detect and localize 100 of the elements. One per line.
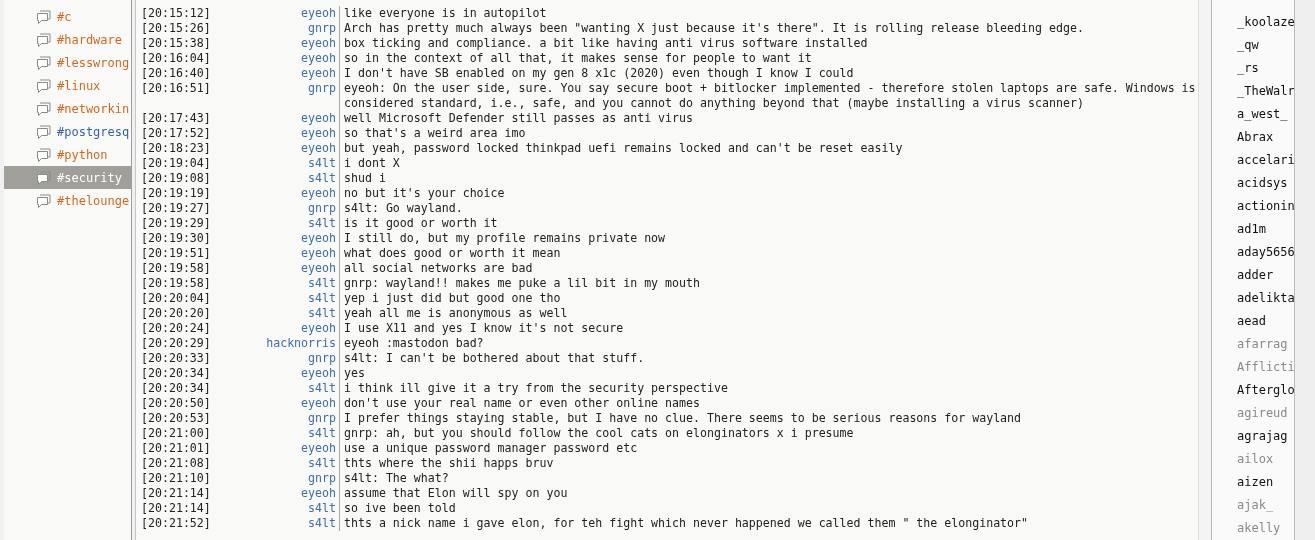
user-name[interactable]: aizen xyxy=(1212,471,1294,494)
nickname: eyeoh xyxy=(211,366,340,381)
message-text: yep i just did but good one tho xyxy=(343,291,562,306)
message-text: eyeoh: On the user side, sure. You say secure boot + bitlocker implemented - therefore stolen laptops are safe. Windows is considered standard, i.e., safe, and you cannot do anything beyond that (maybe installing a virus scanner) xyxy=(343,81,1197,111)
channel-item[interactable]: #postgresq xyxy=(4,120,131,143)
chat-bubble-icon xyxy=(36,31,52,48)
nickname: s4lt xyxy=(211,291,340,306)
nickname: eyeoh xyxy=(211,231,340,246)
chat-bubble-icon xyxy=(36,169,52,186)
message-text: eyeoh :mastodon bad? xyxy=(343,336,485,351)
nickname: s4lt xyxy=(211,381,340,396)
user-name[interactable]: adelikta xyxy=(1212,287,1294,310)
user-name[interactable]: agrajag xyxy=(1212,425,1294,448)
user-name[interactable]: _koolaze xyxy=(1212,11,1294,34)
chat-bubble-icon xyxy=(36,54,52,71)
nickname: s4lt xyxy=(211,156,340,171)
timestamp: [20:16:51] xyxy=(140,81,211,97)
message-text: but yeah, password locked thinkpad uefi remains locked and can't be reset easily xyxy=(343,141,904,156)
channel-item[interactable]: #python xyxy=(4,143,131,166)
nickname: eyeoh xyxy=(211,66,340,81)
timestamp: [20:21:01] xyxy=(140,441,211,456)
timestamp: [20:21:14] xyxy=(140,486,211,501)
chat-bubble-icon xyxy=(36,123,52,140)
timestamp: [20:20:29] xyxy=(140,336,211,351)
timestamp: [20:19:51] xyxy=(140,246,211,261)
user-name[interactable]: a_west_ xyxy=(1212,103,1294,126)
chat-bubble-icon xyxy=(36,77,52,94)
message-text: all social networks are bad xyxy=(343,261,534,276)
user-name[interactable]: ajak_ xyxy=(1212,494,1294,517)
nickname: eyeoh xyxy=(211,126,340,141)
message-text: don't use your real name or even other online names xyxy=(343,396,701,411)
nickname: s4lt xyxy=(211,516,340,531)
channel-item[interactable]: #lesswrong xyxy=(4,51,131,74)
timestamp: [20:21:14] xyxy=(140,501,211,516)
chat-bubble-icon xyxy=(36,8,52,25)
user-name[interactable]: Abrax xyxy=(1212,126,1294,149)
timestamp: [20:19:27] xyxy=(140,201,211,216)
timestamp: [20:21:08] xyxy=(140,456,211,471)
channel-name: #postgresq xyxy=(57,124,130,139)
nickname: s4lt xyxy=(211,276,340,291)
message-text: I use X11 and yes I know it's not secure xyxy=(343,321,625,336)
timestamp: [20:20:33] xyxy=(140,351,211,366)
timestamp: [20:19:30] xyxy=(140,231,211,246)
chat-bubble-icon xyxy=(36,146,52,163)
nickname: eyeoh xyxy=(211,51,340,66)
nickname: gnrp xyxy=(211,351,340,366)
timestamp: [20:17:43] xyxy=(140,111,211,126)
chat-bubble-icon xyxy=(36,100,52,117)
user-name[interactable]: ad1m xyxy=(1212,218,1294,241)
channel-item[interactable]: #thelounge xyxy=(4,189,131,212)
channel-name: #c xyxy=(57,9,72,24)
timestamp: [20:20:53] xyxy=(140,411,211,426)
message-text: like everyone is in autopilot xyxy=(343,6,548,21)
user-name[interactable]: _TheWalr xyxy=(1212,80,1294,103)
nickname: eyeoh xyxy=(211,36,340,51)
channel-name: #networkin xyxy=(57,101,130,116)
channel-name: #linux xyxy=(57,78,101,93)
nickname: eyeoh xyxy=(211,111,340,126)
user-name[interactable]: actionin xyxy=(1212,195,1294,218)
message-text: so in the context of all that, it makes sense for people to want it xyxy=(343,51,813,66)
user-name[interactable]: _qw xyxy=(1212,34,1294,57)
channel-name: #lesswrong xyxy=(57,55,130,70)
message-text: s4lt: Go wayland. xyxy=(343,201,464,216)
nickname: eyeoh xyxy=(211,246,340,261)
timestamp: [20:20:20] xyxy=(140,306,211,321)
nickname: s4lt xyxy=(211,216,340,231)
timestamp: [20:19:58] xyxy=(140,276,211,291)
timestamp: [20:18:23] xyxy=(140,141,211,156)
timestamp: [20:21:00] xyxy=(140,426,211,441)
user-name[interactable]: _rs xyxy=(1212,57,1294,80)
nickname: gnrp xyxy=(211,411,340,426)
user-name[interactable]: adder xyxy=(1212,264,1294,287)
timestamp: [20:19:29] xyxy=(140,216,211,231)
message-text: thts where the shii happs bruv xyxy=(343,456,555,471)
timestamp: [20:20:50] xyxy=(140,396,211,411)
message-text: yes xyxy=(343,366,366,381)
message-text: shud i xyxy=(343,171,387,186)
message-text: Arch has pretty much always been "wanting X just because it's there". It is rolling release bleeding edge. xyxy=(343,21,1085,36)
user-name[interactable]: accelari xyxy=(1212,149,1294,172)
channel-item[interactable]: #hardware xyxy=(4,28,131,51)
channel-name: #hardware xyxy=(57,32,123,47)
user-name[interactable]: aday5656 xyxy=(1212,241,1294,264)
timestamp: [20:19:08] xyxy=(140,171,211,186)
message-text: yeah all me is anonymous as well xyxy=(343,306,569,321)
nickname: gnrp xyxy=(211,21,340,36)
timestamp: [20:21:52] xyxy=(140,516,211,531)
user-name[interactable]: Afterglo xyxy=(1212,379,1294,402)
user-name[interactable]: acidsys xyxy=(1212,172,1294,195)
channel-item[interactable]: #linux xyxy=(4,74,131,97)
channel-item[interactable]: #networkin xyxy=(4,97,131,120)
timestamp: [20:15:26] xyxy=(140,21,211,36)
nickname: s4lt xyxy=(211,501,340,516)
message-text: well Microsoft Defender still passes as anti virus xyxy=(343,111,694,126)
nickname: eyeoh xyxy=(211,6,340,21)
timestamp: [20:15:38] xyxy=(140,36,211,51)
nickname: s4lt xyxy=(211,456,340,471)
user-name[interactable]: aead xyxy=(1212,310,1294,333)
timestamp: [20:15:12] xyxy=(140,6,211,21)
chat-bubble-icon xyxy=(36,192,52,209)
timestamp: [20:20:34] xyxy=(140,366,211,381)
